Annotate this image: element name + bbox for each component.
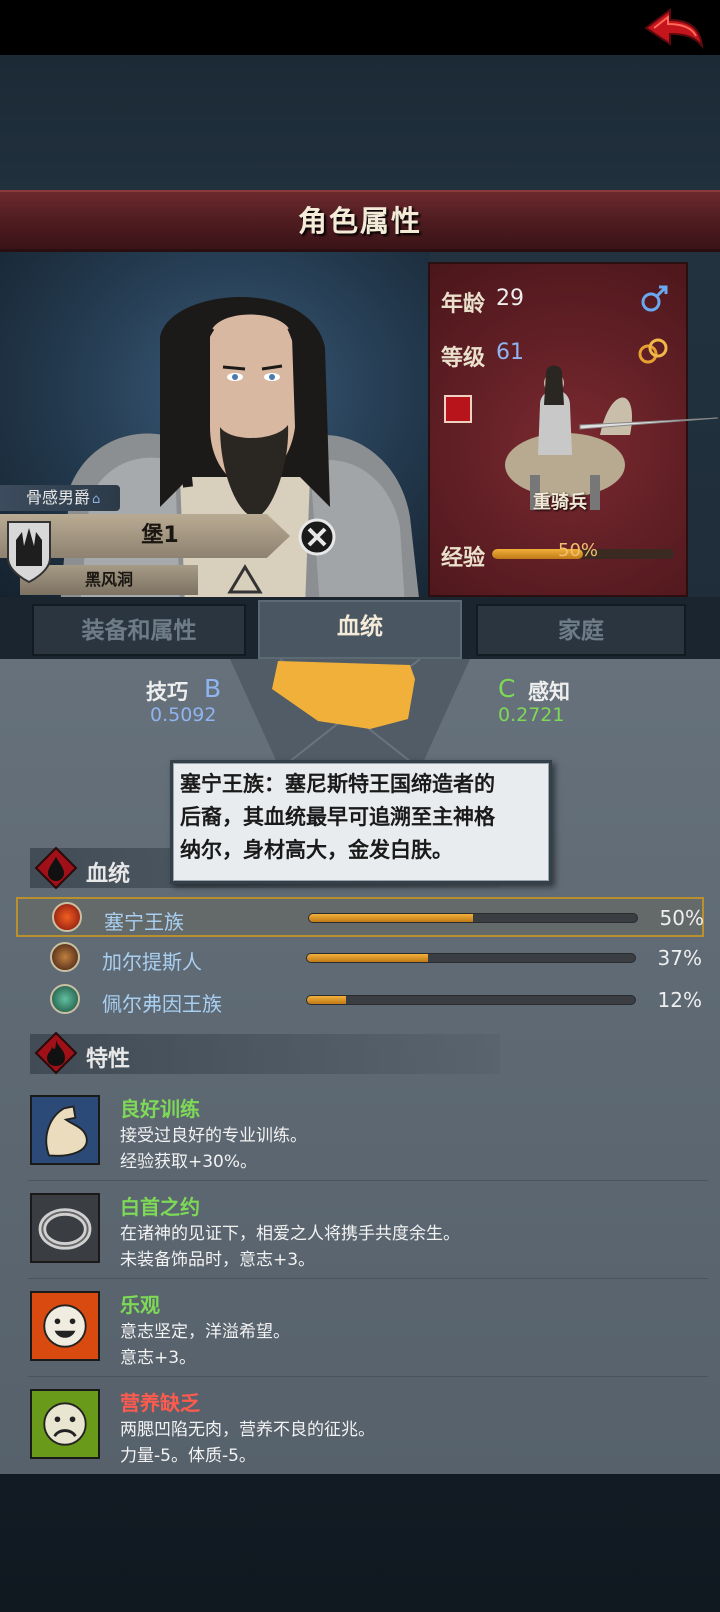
flexed-arm-icon bbox=[30, 1095, 100, 1165]
trait-effect: 未装备饰品时，意志+3。 bbox=[120, 1250, 316, 1270]
trait-desc: 在诸神的见证下，相爱之人将携手共度余生。 bbox=[120, 1224, 460, 1244]
blood-drop-icon bbox=[34, 846, 78, 890]
lineage-row-1[interactable]: 加尔提斯人 37% bbox=[16, 939, 704, 979]
lineage-bar-fill bbox=[307, 996, 347, 1004]
attr-right-value: 0.2721 bbox=[498, 704, 565, 726]
trait-name: 营养缺乏 bbox=[120, 1391, 200, 1415]
lineage-name: 佩尔弗因王族 bbox=[102, 992, 222, 1016]
wedding-rings-icon bbox=[638, 338, 668, 364]
noble-title-tag: 骨感男爵 ⌂ bbox=[0, 485, 120, 511]
attr-left-grade: B bbox=[204, 674, 222, 703]
lineage-row-0[interactable]: 塞宁王族 50% bbox=[16, 897, 704, 937]
lineage-bar bbox=[306, 953, 636, 963]
tree-crest-icon bbox=[50, 984, 80, 1014]
cavalry-badge-icon bbox=[444, 395, 472, 423]
trait-row-2[interactable]: 乐观 意志坚定，洋溢希望。 意志+3。 bbox=[28, 1287, 708, 1383]
tab-family[interactable]: 家庭 bbox=[476, 604, 686, 656]
attr-left-value: 0.5092 bbox=[150, 704, 217, 726]
attr-right-name: 感知 bbox=[528, 680, 570, 704]
exp-percent: 50% bbox=[558, 540, 599, 561]
divider bbox=[28, 1180, 708, 1181]
level-value: 61 bbox=[496, 340, 524, 365]
tooltip-line-3: 纳尔，身材高大，金发白肤。 bbox=[180, 838, 453, 862]
divider bbox=[28, 1376, 708, 1377]
level-label: 等级 bbox=[441, 346, 486, 371]
status-bar bbox=[0, 0, 720, 55]
attr-left-name: 技巧 bbox=[146, 680, 188, 704]
trait-name: 乐观 bbox=[120, 1293, 160, 1317]
exp-label: 经验 bbox=[441, 546, 486, 571]
castle-shield-icon bbox=[7, 521, 51, 584]
beast-crest-icon bbox=[50, 942, 80, 972]
lineage-bar bbox=[308, 913, 638, 923]
sad-face-icon bbox=[30, 1389, 100, 1459]
character-name: 堡1 bbox=[141, 523, 179, 548]
trait-effect: 经验获取+30%。 bbox=[120, 1152, 258, 1172]
divider bbox=[28, 1278, 708, 1279]
smiley-face-icon bbox=[30, 1291, 100, 1361]
lineage-bar-fill bbox=[309, 914, 473, 922]
age-label: 年龄 bbox=[441, 292, 486, 317]
noble-title: 骨感男爵 bbox=[26, 488, 91, 507]
traits-section-title: 特性 bbox=[86, 1047, 131, 1072]
trait-effect: 力量-5。体质-5。 bbox=[120, 1446, 256, 1466]
lineage-row-2[interactable]: 佩尔弗因王族 12% bbox=[16, 981, 704, 1021]
trait-row-0[interactable]: 良好训练 接受过良好的专业训练。 经验获取+30%。 bbox=[28, 1091, 708, 1187]
sun-crest-icon bbox=[52, 902, 82, 932]
trait-name: 白首之约 bbox=[120, 1195, 200, 1219]
trait-row-1[interactable]: 白首之约 在诸神的见证下，相爱之人将携手共度余生。 未装备饰品时，意志+3。 bbox=[28, 1189, 708, 1285]
lineage-percent: 37% bbox=[657, 946, 702, 970]
lineage-percent: 12% bbox=[657, 988, 702, 1012]
trait-effect: 意志+3。 bbox=[120, 1348, 197, 1368]
tooltip-line-2: 后裔，其血统最早可追溯至主神格 bbox=[180, 805, 495, 829]
lineage-tooltip-text: 塞宁王族：塞尼斯特王国缔造者的 后裔，其血统最早可追溯至主神格 纳尔，身材高大，… bbox=[180, 768, 550, 867]
tab-equipment-attributes[interactable]: 装备和属性 bbox=[32, 604, 246, 656]
close-circle-icon[interactable] bbox=[297, 517, 337, 557]
unit-class: 重骑兵 bbox=[533, 492, 587, 513]
lineage-bar bbox=[306, 995, 636, 1005]
lineage-bar-fill bbox=[307, 954, 429, 962]
header-bar: 角色属性 bbox=[0, 190, 720, 252]
attr-right-grade: C bbox=[498, 674, 516, 703]
trait-desc: 两腮凹陷无肉，营养不良的征兆。 bbox=[120, 1420, 375, 1440]
trait-desc: 意志坚定，洋溢希望。 bbox=[120, 1322, 290, 1342]
attribute-radar bbox=[230, 659, 470, 769]
lineage-section-title: 血统 bbox=[86, 862, 131, 887]
trait-row-3[interactable]: 营养缺乏 两腮凹陷无肉，营养不良的征兆。 力量-5。体质-5。 bbox=[28, 1385, 708, 1481]
tab-lineage[interactable]: 血统 bbox=[258, 600, 462, 659]
silver-ring-icon bbox=[30, 1193, 100, 1263]
trait-desc: 接受过良好的专业训练。 bbox=[120, 1126, 307, 1146]
rank-up-icon: ⌂ bbox=[92, 492, 101, 507]
male-icon bbox=[641, 285, 668, 312]
age-value: 29 bbox=[496, 286, 524, 311]
tooltip-line-1: 塞宁王族：塞尼斯特王国缔造者的 bbox=[180, 772, 495, 796]
trait-name: 良好训练 bbox=[120, 1097, 200, 1121]
lineage-name: 加尔提斯人 bbox=[102, 950, 202, 974]
back-arrow-icon[interactable] bbox=[642, 6, 706, 52]
flame-icon bbox=[34, 1031, 78, 1075]
lineage-percent: 50% bbox=[659, 906, 704, 930]
page-title: 角色属性 bbox=[297, 204, 422, 238]
lineage-name: 塞宁王族 bbox=[104, 910, 184, 934]
